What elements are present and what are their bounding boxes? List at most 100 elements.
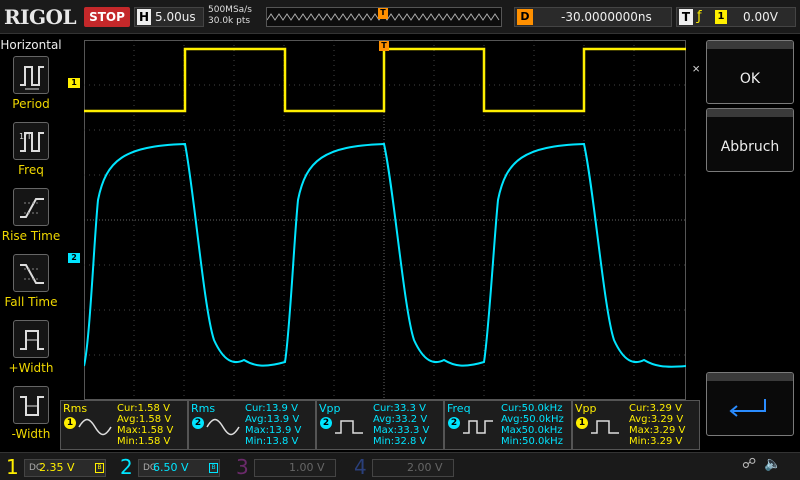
menu-item-label: Rise Time: [1, 229, 61, 243]
channel-scale: 1.00 V: [289, 461, 325, 474]
meas-min: Min:1.58 V: [117, 436, 171, 447]
vpp-icon: [591, 420, 619, 434]
meas-avg: Avg:13.9 V: [245, 414, 300, 425]
measurement-source-badge: 1: [576, 417, 588, 429]
pos-width-icon: [13, 320, 49, 358]
top-status-bar: RIGOL STOP H 5.00us 500MSa/s 30.0k pts T…: [0, 0, 800, 34]
meas-avg: Avg:33.2 V: [373, 414, 428, 425]
meas-cur: Cur:50.0kHz: [501, 403, 563, 414]
channel-scale: 2.35 V: [39, 461, 75, 474]
meas-max: Max:33.3 V: [373, 425, 430, 436]
button-header: [707, 41, 793, 49]
channel-scale-box: 1.00 V: [254, 459, 336, 477]
measurement-name: Vpp: [575, 402, 597, 415]
freq-icon: 1/T: [13, 122, 49, 160]
rising-edge-icon: ƒ: [697, 9, 702, 24]
waveform-display[interactable]: [83, 40, 687, 400]
measurement-source-badge: 2: [192, 417, 204, 429]
meas-max: Max:3.29 V: [629, 425, 686, 436]
measurement-values: Cur:3.29 V Avg:3.29 V Max:3.29 V Min:3.2…: [629, 403, 685, 447]
channel-bar: 1 DC 2.35 V B 2 DC 6.50 V B 3 1.00 V 4 2…: [0, 452, 800, 480]
cancel-button[interactable]: Abbruch: [706, 108, 794, 172]
usb-icon: ☍: [742, 456, 757, 472]
sine-icon: [206, 418, 240, 436]
ch1-offset-marker[interactable]: 1: [68, 78, 80, 88]
trigger-position-bar[interactable]: T: [266, 7, 502, 27]
button-header: [707, 373, 793, 381]
period-icon: [13, 56, 49, 94]
measurement-source-badge: 2: [448, 417, 460, 429]
measurement-rms-ch2[interactable]: Rms 2 Cur:13.9 V Avg:13.9 V Max:13.9 V M…: [188, 400, 316, 450]
meas-avg: Avg:50.0kHz: [501, 414, 564, 425]
menu-item-neg-width[interactable]: -Width: [0, 386, 62, 448]
cancel-label: Abbruch: [720, 139, 780, 155]
trigger-time-marker[interactable]: T: [379, 41, 389, 51]
measurement-vpp-ch1[interactable]: Vpp 1 Cur:3.29 V Avg:3.29 V Max:3.29 V M…: [572, 400, 700, 450]
meas-cur: Cur:33.3 V: [373, 403, 426, 414]
freq-icon: [463, 420, 493, 434]
measurement-name: Vpp: [319, 402, 341, 415]
trigger-level: 0.00V: [743, 10, 778, 24]
meas-avg: Avg:1.58 V: [117, 414, 172, 425]
delay-label: D: [517, 9, 533, 25]
delay-value: -30.0000000ns: [561, 10, 652, 24]
channel-number: 1: [6, 455, 19, 479]
measurement-name: Rms: [191, 402, 216, 415]
menu-item-freq[interactable]: 1/T Freq: [0, 122, 62, 184]
menu-item-rise-time[interactable]: Rise Time: [0, 188, 62, 250]
sample-info: 500MSa/s 30.0k pts: [208, 5, 264, 27]
bandwidth-icon: B: [95, 463, 104, 473]
brand-logo: RIGOL: [4, 5, 77, 29]
menu-item-pos-width[interactable]: +Width: [0, 320, 62, 382]
measurement-vpp-ch2[interactable]: Vpp 2 Cur:33.3 V Avg:33.2 V Max:33.3 V M…: [316, 400, 444, 450]
svg-text:1/T: 1/T: [19, 132, 32, 141]
menu-item-label: Period: [12, 97, 50, 111]
channel-number: 2: [120, 455, 133, 479]
bandwidth-icon: B: [209, 463, 218, 473]
menu-item-label: +Width: [8, 361, 54, 375]
menu-item-fall-time[interactable]: Fall Time: [0, 254, 62, 316]
close-icon[interactable]: ✕: [690, 65, 701, 79]
menu-item-label: Fall Time: [4, 295, 58, 309]
meas-max: Max:13.9 V: [245, 425, 302, 436]
meas-min: Min:32.8 V: [373, 436, 427, 447]
measurement-freq-ch2[interactable]: Freq 2 Cur:50.0kHz Avg:50.0kHz Max50.0kH…: [444, 400, 572, 450]
menu-item-label: Freq: [18, 163, 44, 177]
enter-button[interactable]: [706, 372, 794, 436]
trigger-setting[interactable]: T ƒ 1 0.00V: [676, 7, 796, 27]
measurement-name: Freq: [447, 402, 471, 415]
neg-width-icon: [13, 386, 49, 424]
meas-max: Max:1.58 V: [117, 425, 174, 436]
channel-scale: 6.50 V: [153, 461, 189, 474]
channel-number: 4: [354, 455, 367, 479]
measurement-values: Cur:13.9 V Avg:13.9 V Max:13.9 V Min:13.…: [245, 403, 301, 447]
channel-number: 3: [236, 455, 249, 479]
ok-label: OK: [739, 71, 761, 87]
ok-button[interactable]: OK: [706, 40, 794, 104]
delay-setting[interactable]: D -30.0000000ns: [514, 7, 672, 27]
trigger-source: 1: [715, 10, 727, 24]
menu-item-period[interactable]: Period: [0, 56, 62, 118]
memory-depth: 30.0k pts: [208, 16, 251, 26]
timebase-value: 5.00us: [155, 10, 196, 24]
meas-max: Max50.0kHz: [501, 425, 563, 436]
meas-cur: Cur:3.29 V: [629, 403, 682, 414]
horizontal-timebase[interactable]: H 5.00us: [134, 7, 204, 27]
graticule: [83, 40, 687, 400]
trigger-position-marker[interactable]: T: [378, 8, 388, 19]
button-header: [707, 109, 793, 117]
sample-rate: 500MSa/s: [208, 5, 252, 15]
measurement-values: Cur:1.58 V Avg:1.58 V Max:1.58 V Min:1.5…: [117, 403, 173, 447]
meas-min: Min:50.0kHz: [501, 436, 563, 447]
ch2-offset-marker[interactable]: 2: [68, 253, 80, 263]
measurement-name: Rms: [63, 402, 88, 415]
channel-scale-box: DC 2.35 V B: [24, 459, 106, 477]
speaker-muted-icon[interactable]: 🔈: [764, 456, 781, 472]
fall-time-icon: [13, 254, 49, 292]
horizontal-label: H: [137, 9, 151, 25]
menu-title: Horizontal: [0, 38, 62, 52]
trigger-label: T: [679, 9, 693, 25]
measurement-rms-ch1[interactable]: Rms 1 Cur:1.58 V Avg:1.58 V Max:1.58 V M…: [60, 400, 188, 450]
run-stop-status[interactable]: STOP: [84, 7, 130, 27]
channel-scale-box: DC 6.50 V B: [138, 459, 220, 477]
